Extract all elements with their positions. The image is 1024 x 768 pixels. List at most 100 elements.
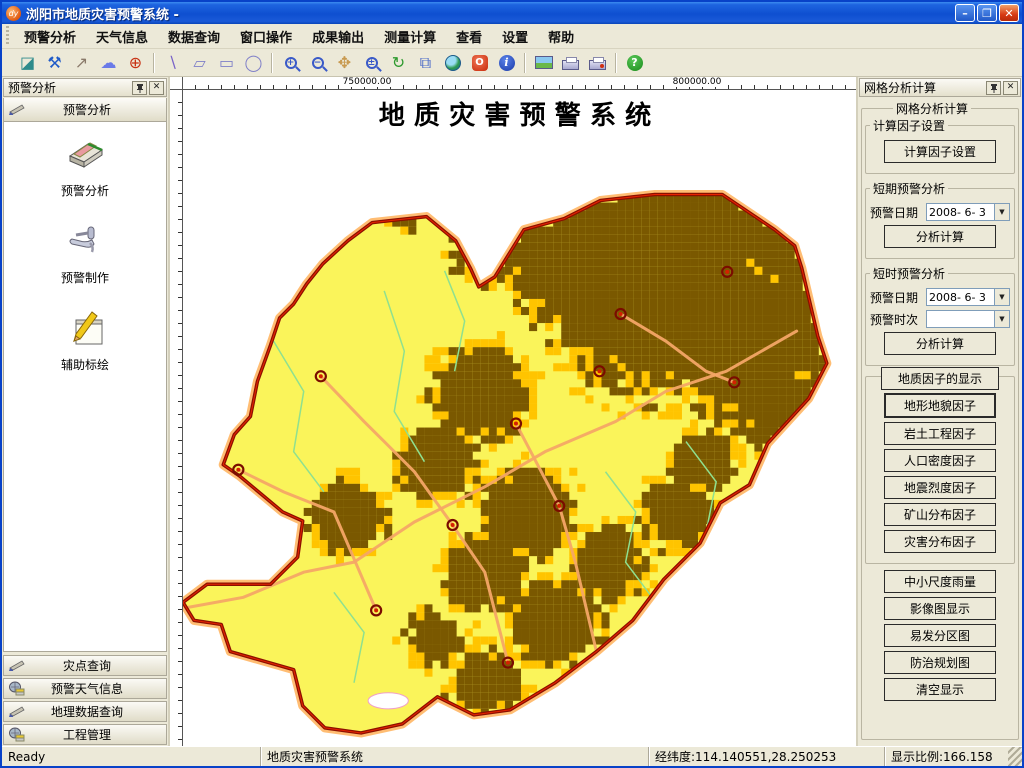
menu-item-window-ops[interactable]: 窗口操作	[230, 24, 302, 48]
toolbar-separator	[271, 53, 273, 73]
water-hammer-icon: ⚒	[47, 55, 61, 71]
pin-icon[interactable]	[132, 81, 147, 95]
menu-item-data-query[interactable]: 数据查询	[158, 24, 230, 48]
sidebar-tool-auxiliary-plotting[interactable]: 辅助标绘	[4, 308, 166, 373]
display-button-susceptibility[interactable]: 易发分区图	[884, 624, 996, 647]
geo-factor-button-geotech[interactable]: 岩土工程因子	[884, 422, 996, 445]
short-term-date-label: 预警日期	[870, 204, 926, 221]
sidebar-item-label: 灾点查询	[26, 657, 162, 674]
geo-factor-button-terrain[interactable]: 地形地貌因子	[884, 393, 996, 418]
zoom-in-icon: +	[285, 57, 297, 69]
compass-icon	[8, 658, 26, 673]
display-button-rainfall[interactable]: 中小尺度雨量	[884, 570, 996, 593]
pick-tool-icon[interactable]: ↗	[69, 51, 94, 75]
globe-icon[interactable]	[440, 51, 465, 75]
menubar-grip[interactable]	[4, 26, 12, 46]
help-icon[interactable]: ?	[622, 51, 647, 75]
sidebar-tool-label: 预警制作	[61, 269, 109, 286]
line-tool-icon[interactable]: ∖	[160, 51, 185, 75]
status-segment-0: Ready	[2, 747, 260, 766]
stop-icon[interactable]: O	[467, 51, 492, 75]
close-button[interactable]: ✕	[999, 4, 1019, 22]
sidebar-item-project-management[interactable]: 工程管理	[3, 724, 167, 745]
polygon-tool-icon[interactable]: ▱	[187, 51, 212, 75]
zoom-in-icon[interactable]: +	[278, 51, 303, 75]
display-button-imagery[interactable]: 影像图显示	[884, 597, 996, 620]
chevron-down-icon[interactable]: ▼	[994, 204, 1009, 220]
short-term-date-combobox[interactable]: 2008- 6- 3 ▼	[926, 203, 1010, 221]
geo-factors-header-button[interactable]: 地质因子的显示	[881, 367, 999, 390]
sidebar-tool-warning-production[interactable]: 预警制作	[4, 221, 166, 286]
copy-icon[interactable]: ⧉	[413, 51, 438, 75]
resize-grip[interactable]	[1008, 747, 1022, 766]
short-time-analyze-button[interactable]: 分析计算	[884, 332, 996, 355]
sidebar-item-geo-data-query[interactable]: 地理数据查询	[3, 701, 167, 722]
menu-item-result-output[interactable]: 成果输出	[302, 24, 374, 48]
menu-item-measure-calc[interactable]: 测量计算	[374, 24, 446, 48]
menu-item-warning-analysis[interactable]: 预警分析	[14, 24, 86, 48]
display-button-clear[interactable]: 清空显示	[884, 678, 996, 701]
image-view-icon[interactable]	[531, 51, 556, 75]
ruler-corner	[170, 77, 183, 90]
left-dock-panel: 预警分析 ✕ 预警分析 预警分析预警制作辅助标绘 灾点查询预警天气信息地理数据查…	[2, 77, 170, 746]
sidebar-tool-area: 预警分析预警制作辅助标绘	[3, 122, 167, 652]
short-term-analyze-button[interactable]: 分析计算	[884, 225, 996, 248]
print-setup-icon	[589, 60, 606, 70]
pencil-pad-icon	[62, 308, 108, 352]
pan-hand-icon: ✥	[338, 55, 351, 71]
minimize-button[interactable]: –	[955, 4, 975, 22]
pan-hand-icon[interactable]: ✥	[332, 51, 357, 75]
display-button-prevention-plan[interactable]: 防治规划图	[884, 651, 996, 674]
app-window: dy 浏阳市地质灾害预警系统 - – ❐ ✕ 预警分析天气信息数据查询窗口操作成…	[0, 0, 1024, 768]
short-time-session-combobox[interactable]: ▼	[926, 310, 1010, 328]
info-icon[interactable]: i	[494, 51, 519, 75]
menu-item-help[interactable]: 帮助	[538, 24, 584, 48]
map-svg[interactable]: 地质灾害预警系统	[183, 90, 856, 746]
compass-icon	[8, 102, 26, 117]
window-title: 浏阳市地质灾害预警系统 -	[26, 4, 953, 23]
short-time-date-label: 预警日期	[870, 289, 926, 306]
geo-factor-button-mining[interactable]: 矿山分布因子	[884, 503, 996, 526]
grid-analysis-group-title: 网格分析计算	[893, 100, 971, 117]
menubar: 预警分析天气信息数据查询窗口操作成果输出测量计算查看设置帮助	[2, 24, 1022, 49]
zoom-out-icon[interactable]: −	[305, 51, 330, 75]
cloud-icon[interactable]: ☁	[96, 51, 121, 75]
sidebar-item-disaster-point-query[interactable]: 灾点查询	[3, 655, 167, 676]
rectangle-tool-icon[interactable]: ▭	[214, 51, 239, 75]
zoom-extent-icon[interactable]: ±	[359, 51, 384, 75]
close-panel-icon[interactable]: ✕	[1003, 81, 1018, 95]
close-panel-icon[interactable]: ✕	[149, 81, 164, 95]
restore-button[interactable]: ❐	[977, 4, 997, 22]
satellite-dish-icon[interactable]: ◪	[15, 51, 40, 75]
geo-factors-group: 地质因子的显示 地形地貌因子岩土工程因子人口密度因子地震烈度因子矿山分布因子灾害…	[865, 376, 1015, 564]
geo-factor-button-seismic[interactable]: 地震烈度因子	[884, 476, 996, 499]
sidebar-item-label: 工程管理	[26, 726, 162, 743]
geo-factor-button-population[interactable]: 人口密度因子	[884, 449, 996, 472]
sidebar-item-warning-weather-info[interactable]: 预警天气信息	[3, 678, 167, 699]
water-hammer-icon[interactable]: ⚒	[42, 51, 67, 75]
ellipse-tool-icon[interactable]: ◯	[241, 51, 266, 75]
sidebar-header[interactable]: 预警分析	[3, 98, 167, 122]
print-setup-icon[interactable]	[585, 51, 610, 75]
toolbar: ◪ ⚒ ↗ ☁⊕ ∖▱▭◯ +−✥ ±↻⧉ Oi?	[2, 49, 1022, 77]
map-canvas[interactable]: 地质灾害预警系统	[183, 90, 856, 746]
ruler-top-label: 750000.00	[342, 77, 393, 87]
sidebar-tool-warning-analysis[interactable]: 预警分析	[4, 134, 166, 199]
menu-item-weather-info[interactable]: 天气信息	[86, 24, 158, 48]
chevron-down-icon[interactable]: ▼	[994, 289, 1009, 305]
short-time-date-combobox[interactable]: 2008- 6- 3 ▼	[926, 288, 1010, 306]
menu-item-settings[interactable]: 设置	[492, 24, 538, 48]
geo-factor-button-disaster[interactable]: 灾害分布因子	[884, 530, 996, 553]
menu-item-view[interactable]: 查看	[446, 24, 492, 48]
short-time-title: 短时预警分析	[870, 265, 948, 282]
pin-icon[interactable]	[986, 81, 1001, 95]
map-pane: 750000.00800000.00 3150000.003100000.00 …	[170, 77, 856, 746]
chevron-down-icon[interactable]: ▼	[994, 311, 1009, 327]
left-dock-titlebar: 预警分析 ✕	[3, 78, 167, 97]
refresh-icon[interactable]: ↻	[386, 51, 411, 75]
target-icon[interactable]: ⊕	[123, 51, 148, 75]
print-icon[interactable]	[558, 51, 583, 75]
factor-settings-button[interactable]: 计算因子设置	[884, 140, 996, 163]
pick-tool-icon: ↗	[75, 55, 88, 71]
sidebar-tool-label: 辅助标绘	[61, 356, 109, 373]
